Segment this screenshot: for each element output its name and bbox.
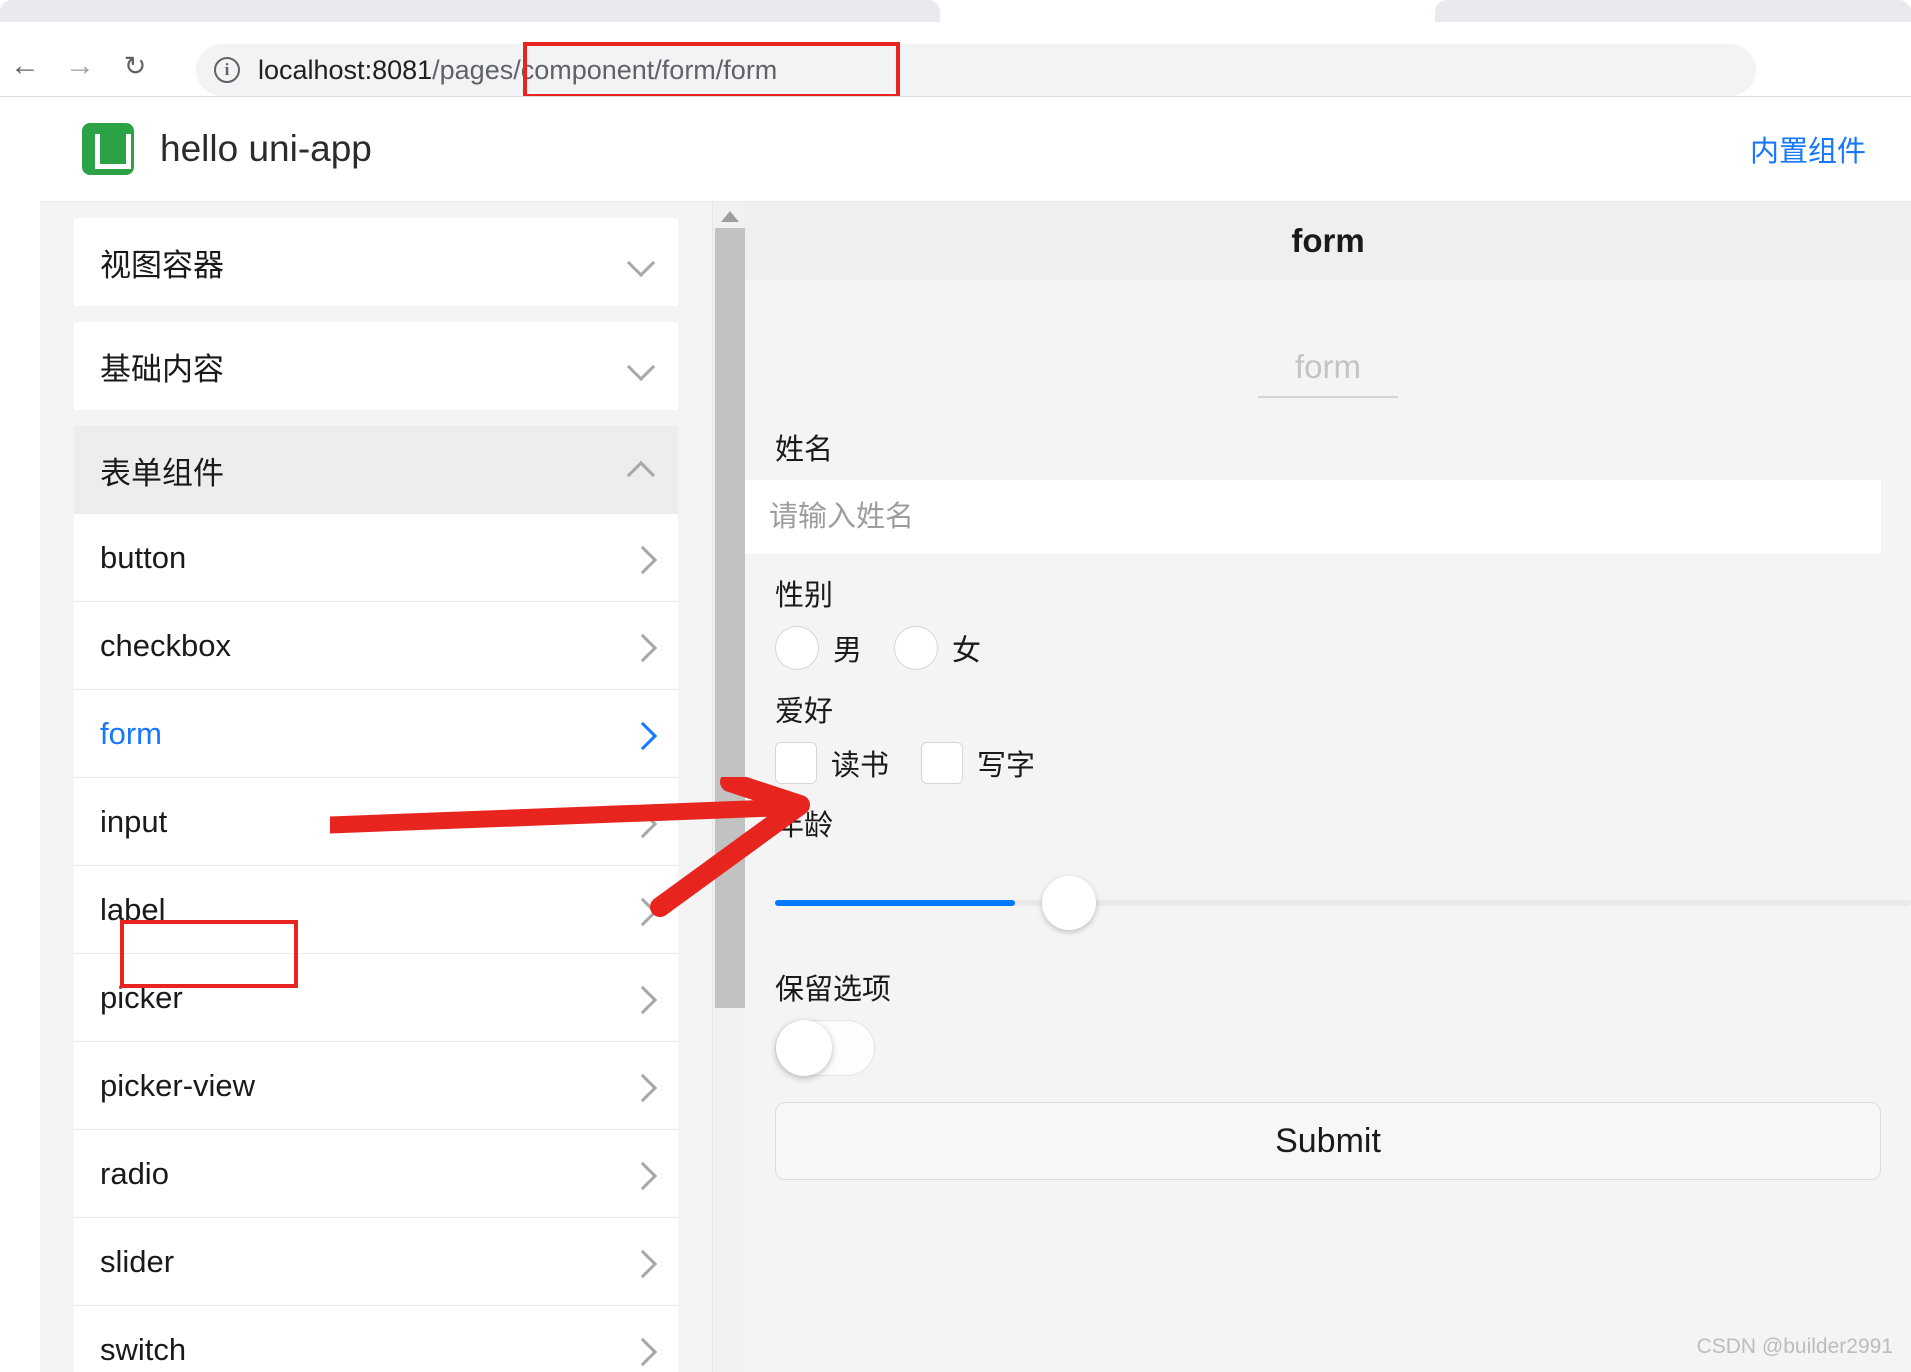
name-input[interactable] <box>745 480 1881 554</box>
chevron-right-icon <box>628 1161 654 1187</box>
info-icon[interactable]: i <box>214 57 240 83</box>
reload-icon[interactable]: ↻ <box>113 44 157 88</box>
chevron-right-icon <box>628 1337 654 1363</box>
sidebar-item-label: picker <box>100 979 183 1015</box>
field-gender: 性别 男 女 <box>745 554 1911 670</box>
browser-tab[interactable] <box>1435 0 1911 22</box>
browser-tab[interactable] <box>0 0 940 22</box>
sidebar-group-label: 基础内容 <box>100 351 224 387</box>
chevron-right-icon <box>628 721 654 747</box>
sidebar-group-basic-content[interactable]: 基础内容 <box>74 322 678 410</box>
radio-male-label: 男 <box>833 635 863 667</box>
sidebar-item-label: button <box>100 539 187 575</box>
sidebar-group-label: 视图容器 <box>100 247 224 283</box>
page-viewport: hello uni-app 内置组件 视图容器 基础内容 表单组件 button <box>0 96 1911 1372</box>
builtin-components-link[interactable]: 内置组件 <box>1750 128 1866 170</box>
page-left-gutter <box>0 97 40 1372</box>
checkbox-writing[interactable] <box>921 742 964 784</box>
sidebar-scrollbar[interactable] <box>712 202 745 1372</box>
sidebar: 视图容器 基础内容 表单组件 button checkbox form inpu… <box>40 202 712 1372</box>
sidebar-item-picker-view[interactable]: picker-view <box>74 1042 678 1130</box>
slider-track-fill <box>775 900 1015 906</box>
gender-radio-group: 男 女 <box>775 626 1911 670</box>
field-name-label: 姓名 <box>775 434 834 466</box>
switch-knob <box>776 1020 832 1076</box>
chevron-up-icon <box>628 457 654 483</box>
sidebar-item-picker[interactable]: picker <box>74 954 678 1042</box>
csdn-watermark: CSDN @builder2991 <box>1696 1335 1893 1358</box>
field-keep-option: 保留选项 <box>745 948 1911 1076</box>
sidebar-item-button[interactable]: button <box>74 514 678 602</box>
chevron-right-icon <box>628 809 654 835</box>
chevron-right-icon <box>628 897 654 923</box>
radio-female[interactable] <box>894 626 939 670</box>
panel-title: form <box>1291 222 1365 259</box>
chevron-down-icon <box>628 249 654 275</box>
keep-option-switch[interactable] <box>775 1020 875 1076</box>
sidebar-item-label: input <box>100 803 168 839</box>
sidebar-item-checkbox[interactable]: checkbox <box>74 602 678 690</box>
sidebar-item-label: switch <box>100 1331 187 1367</box>
arrow-right-icon[interactable]: → <box>58 44 102 88</box>
address-bar[interactable]: i localhost:8081/pages/component/form/fo… <box>196 44 1756 96</box>
sidebar-item-label: form <box>100 715 162 751</box>
chevron-down-icon <box>628 353 654 379</box>
slider-thumb[interactable] <box>1042 876 1096 930</box>
field-age-label: 年龄 <box>775 810 834 842</box>
sidebar-item-form[interactable]: form <box>74 690 678 778</box>
sidebar-group-form-components[interactable]: 表单组件 <box>74 426 678 514</box>
browser-toolbar: ← → ↻ i localhost:8081/pages/component/f… <box>0 22 1911 98</box>
url-host: localhost:8081 <box>258 54 433 85</box>
radio-female-label: 女 <box>952 635 982 667</box>
sidebar-item-input[interactable]: input <box>74 778 678 866</box>
hobby-checkbox-group: 读书 写字 <box>775 742 1911 784</box>
chevron-right-icon <box>628 633 654 659</box>
field-age: 年龄 <box>745 784 1911 856</box>
checkbox-reading-label: 读书 <box>831 750 890 782</box>
chevron-right-icon <box>628 1073 654 1099</box>
address-bar-url: localhost:8081/pages/component/form/form <box>258 55 777 86</box>
sidebar-item-radio[interactable]: radio <box>74 1130 678 1218</box>
app-header: hello uni-app 内置组件 <box>40 97 1911 202</box>
chevron-right-icon <box>628 1249 654 1275</box>
field-hobby: 爱好 读书 写字 <box>745 670 1911 784</box>
url-path: /pages/component/form/form <box>432 54 778 85</box>
body-area: 视图容器 基础内容 表单组件 button checkbox form inpu… <box>40 202 1911 1372</box>
checkbox-reading[interactable] <box>775 742 817 784</box>
sidebar-item-switch[interactable]: switch <box>74 1306 678 1372</box>
uni-app-logo <box>82 123 134 175</box>
checkbox-writing-label: 写字 <box>977 750 1036 782</box>
field-hobby-label: 爱好 <box>775 696 834 728</box>
sidebar-item-slider[interactable]: slider <box>74 1218 678 1306</box>
sidebar-item-label: radio <box>100 1155 169 1191</box>
radio-male[interactable] <box>775 626 819 670</box>
chevron-right-icon <box>628 545 654 571</box>
sidebar-group-label: 表单组件 <box>100 455 224 491</box>
sidebar-item-label: slider <box>100 1243 175 1279</box>
field-gender-label: 性别 <box>775 580 834 612</box>
sidebar-item-label[interactable]: label <box>74 866 678 954</box>
panel-titlebar: form <box>745 202 1911 280</box>
scroll-up-arrow-icon[interactable] <box>713 206 746 226</box>
age-slider[interactable] <box>775 856 1911 948</box>
form-watermark-field: form <box>745 280 1911 408</box>
scrollbar-thumb[interactable] <box>715 228 745 1008</box>
sidebar-item-label: label <box>100 891 166 927</box>
arrow-left-icon[interactable]: ← <box>3 44 47 88</box>
form-watermark-underline <box>1258 396 1398 398</box>
submit-button[interactable]: Submit <box>775 1102 1881 1180</box>
browser-tab-strip <box>0 0 1911 22</box>
field-name: 姓名 <box>745 408 1911 480</box>
form-demo-panel: form form 姓名 性别 男 女 <box>745 202 1911 1372</box>
page-title: hello uni-app <box>160 128 372 169</box>
form-watermark-text: form <box>1295 348 1361 385</box>
sidebar-item-label: picker-view <box>100 1067 256 1103</box>
sidebar-group-view-container[interactable]: 视图容器 <box>74 218 678 306</box>
field-keep-option-label: 保留选项 <box>775 974 892 1006</box>
chevron-right-icon <box>628 985 654 1011</box>
sidebar-item-label: checkbox <box>100 627 231 663</box>
